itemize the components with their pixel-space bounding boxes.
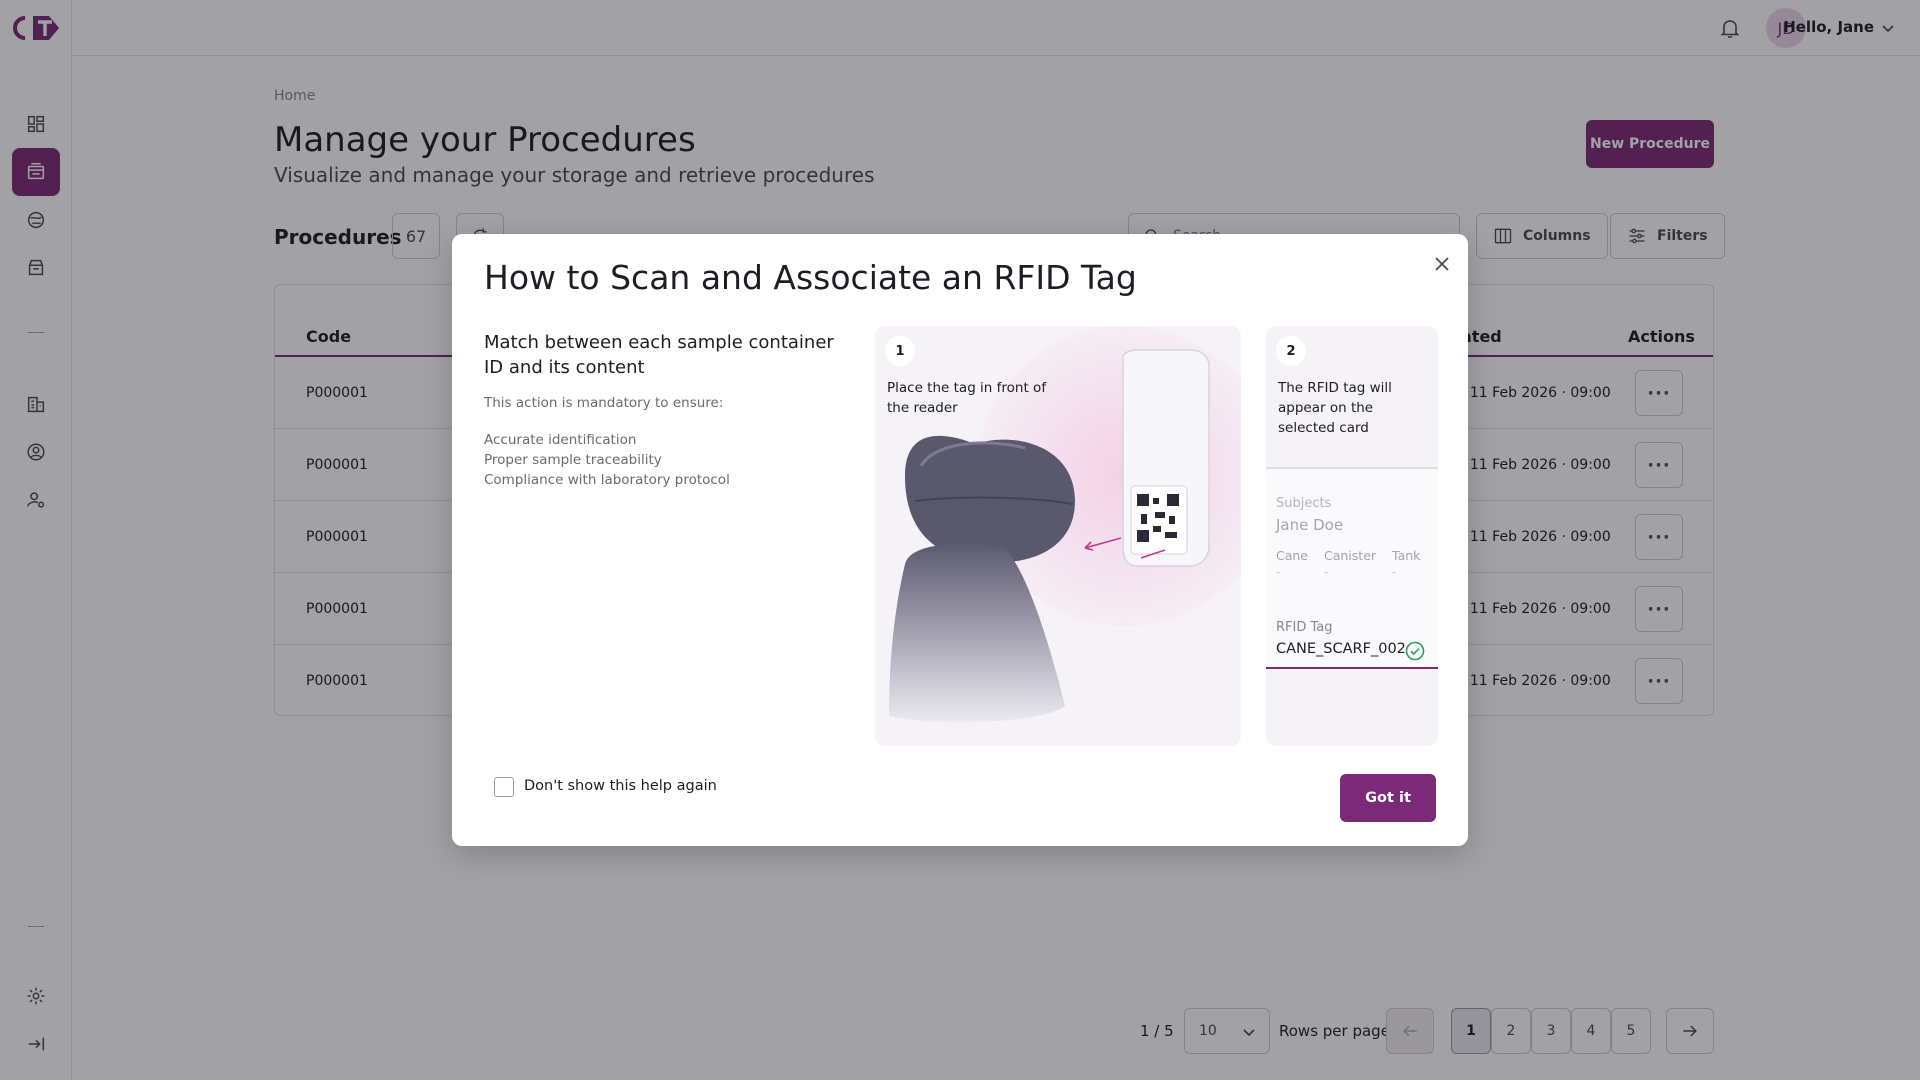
sample-card-preview: Subjects Jane Doe Cane Canister Tank - -… [1266, 469, 1438, 669]
check-circle-icon [1405, 641, 1425, 661]
list-item: Compliance with laboratory protocol [484, 472, 730, 488]
step-1-panel: 1 Place the tag in front of the reader [875, 326, 1241, 746]
rfid-tag-value: CANE_SCARF_002 [1276, 641, 1406, 657]
rfid-help-dialog: How to Scan and Associate an RFID Tag Ma… [452, 234, 1468, 846]
rfid-tag-label: RFID Tag [1276, 620, 1333, 635]
canister-value: - [1324, 565, 1329, 579]
dialog-heading: Match between each sample container ID a… [484, 332, 834, 378]
subject-name: Jane Doe [1276, 516, 1344, 534]
tank-label: Tank [1392, 548, 1421, 563]
cane-value: - [1276, 565, 1281, 579]
subjects-label: Subjects [1276, 496, 1332, 511]
step-number: 2 [1276, 336, 1306, 366]
step-2-text: The RFID tag will appear on the selected… [1278, 380, 1392, 436]
dont-show-again-label[interactable]: Don't show this help again [524, 778, 717, 794]
dont-show-again-checkbox[interactable] [494, 777, 514, 797]
step-1-text: Place the tag in front of the reader [887, 380, 1047, 416]
tank-value: - [1392, 565, 1397, 579]
dialog-intro: This action is mandatory to ensure: [484, 395, 724, 411]
canister-label: Canister [1324, 548, 1377, 563]
step-2-panel: 2 The RFID tag will appear on the select… [1266, 326, 1438, 746]
close-icon[interactable] [1430, 252, 1454, 276]
rfid-underline [1266, 667, 1438, 669]
dialog-title: How to Scan and Associate an RFID Tag [484, 258, 1137, 297]
list-item: Proper sample traceability [484, 452, 662, 468]
cane-label: Cane [1276, 548, 1309, 563]
list-item: Accurate identification [484, 432, 637, 448]
requirements-list: Accurate identification Proper sample tr… [484, 430, 730, 490]
got-it-button[interactable]: Got it [1340, 774, 1436, 822]
step-number: 1 [885, 336, 915, 366]
